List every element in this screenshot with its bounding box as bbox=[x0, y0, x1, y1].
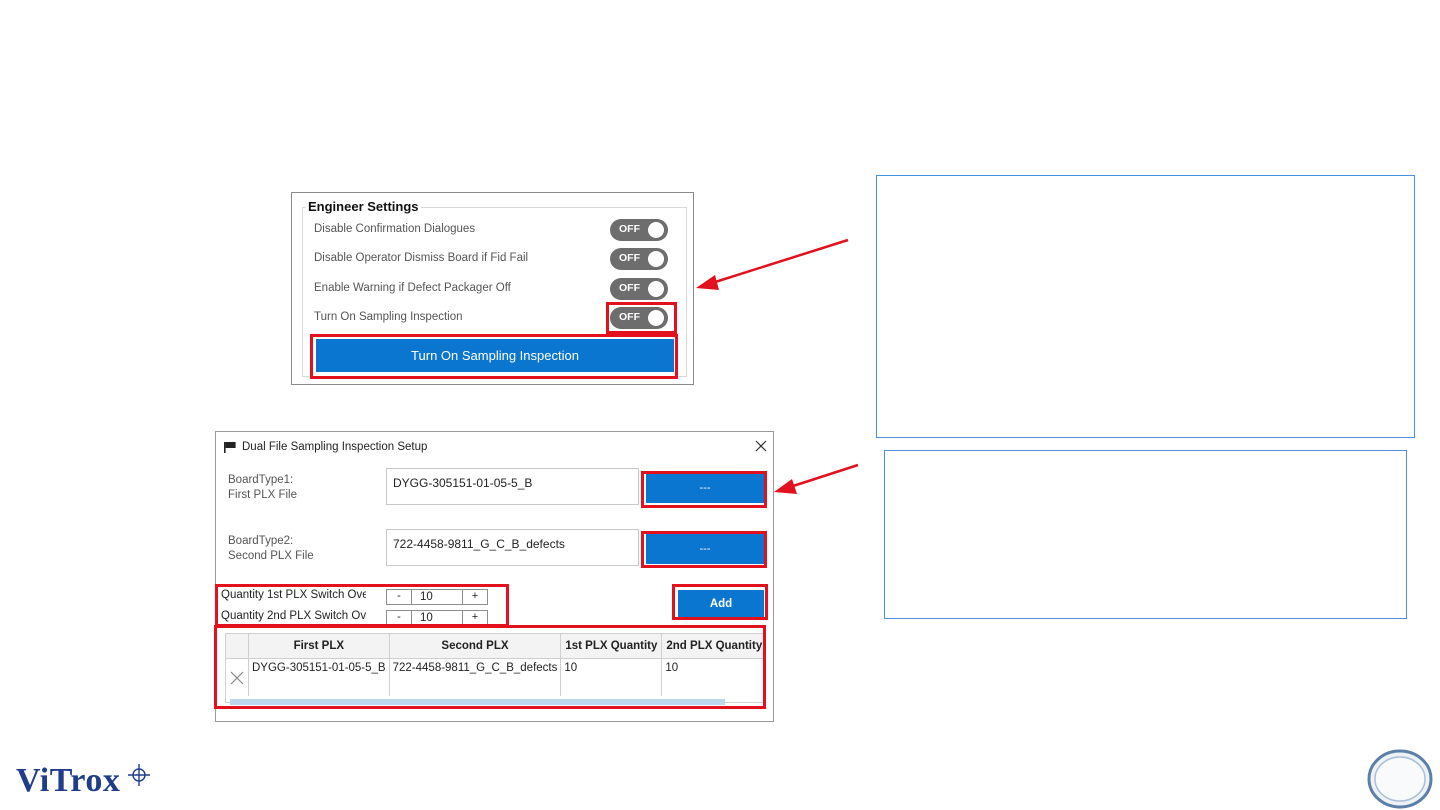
page-circle-icon bbox=[1367, 749, 1433, 809]
engineer-settings-title: Engineer Settings bbox=[306, 199, 421, 214]
board2-file-field[interactable]: 722-4458-9811_G_C_B_defects bbox=[386, 529, 639, 566]
crosshair-icon bbox=[128, 764, 150, 786]
highlight-sampling-toggle bbox=[606, 302, 677, 334]
toggle-knob bbox=[648, 222, 664, 238]
board1-file-field[interactable]: DYGG-305151-01-05-5_B bbox=[386, 468, 639, 505]
toggle-state: OFF bbox=[619, 282, 640, 294]
toggle-state: OFF bbox=[619, 223, 640, 235]
arrow-to-settings-icon bbox=[696, 238, 849, 290]
flag-icon bbox=[224, 442, 236, 453]
setting-label: Enable Warning if Defect Packager Off bbox=[314, 282, 511, 294]
highlight-table bbox=[214, 625, 766, 709]
setting-label: Turn On Sampling Inspection bbox=[314, 311, 463, 323]
board2-label-line1: BoardType2: bbox=[228, 535, 294, 547]
close-icon[interactable] bbox=[754, 439, 768, 453]
board1-label-line2: First PLX File bbox=[228, 489, 298, 501]
setting-label: Disable Confirmation Dialogues bbox=[314, 223, 476, 235]
toggle-enable-warning[interactable]: OFF bbox=[610, 278, 668, 300]
arrow-to-browse-icon bbox=[774, 463, 859, 494]
highlight-board2-browse bbox=[641, 531, 767, 568]
vitrox-logo: ViTrox bbox=[16, 762, 150, 800]
setting-label: Disable Operator Dismiss Board if Fid Fa… bbox=[314, 252, 529, 264]
setting-row-disable-dismiss-board: Disable Operator Dismiss Board if Fid Fa… bbox=[314, 248, 674, 272]
toggle-disable-confirmation[interactable]: OFF bbox=[610, 219, 668, 241]
toggle-knob bbox=[648, 251, 664, 267]
board1-label-line1: BoardType1: bbox=[228, 474, 294, 486]
toggle-state: OFF bbox=[619, 252, 640, 264]
toggle-knob bbox=[648, 281, 664, 297]
board2-label: BoardType2: Second PLX File bbox=[228, 534, 314, 564]
vitrox-logo-text: ViTrox bbox=[16, 762, 121, 799]
board2-label-line2: Second PLX File bbox=[228, 550, 314, 562]
dialog-title: Dual File Sampling Inspection Setup bbox=[242, 441, 428, 453]
setting-row-enable-warning: Enable Warning if Defect Packager Off OF… bbox=[314, 278, 674, 302]
annotation-box-dialog bbox=[884, 450, 1407, 619]
highlight-sampling-button bbox=[310, 334, 678, 379]
setting-row-disable-confirmation: Disable Confirmation Dialogues OFF bbox=[314, 219, 674, 243]
highlight-add-button bbox=[672, 584, 768, 620]
highlight-board1-browse bbox=[641, 471, 767, 508]
highlight-quantities bbox=[215, 584, 509, 627]
annotation-box-settings bbox=[876, 175, 1415, 438]
toggle-disable-dismiss-board[interactable]: OFF bbox=[610, 248, 668, 270]
board1-label: BoardType1: First PLX File bbox=[228, 473, 297, 503]
